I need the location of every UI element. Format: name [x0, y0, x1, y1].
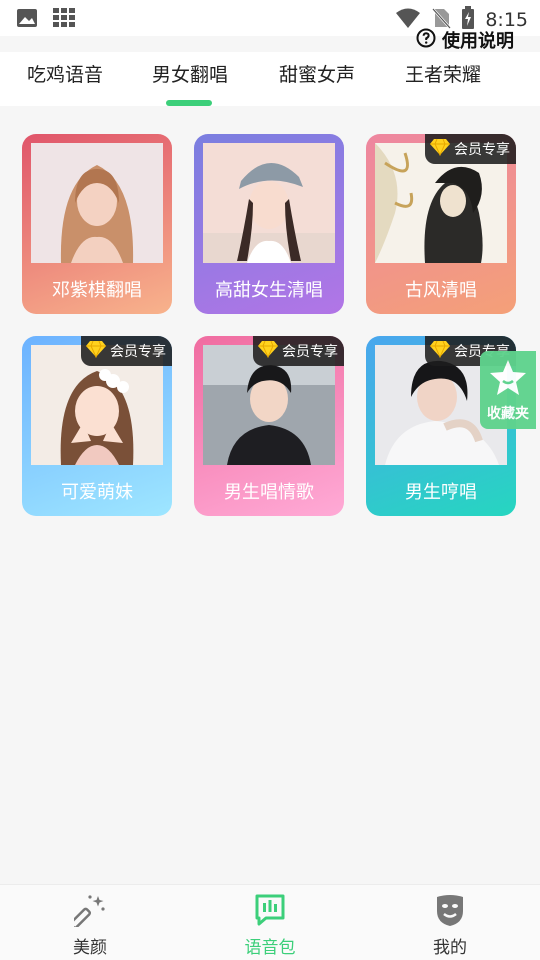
card-label: 邓紫棋翻唱 — [52, 280, 142, 301]
card-thumbnail — [31, 143, 163, 263]
vip-badge: 会员专享 — [81, 336, 172, 366]
vip-badge: 会员专享 — [253, 336, 344, 366]
magic-wand-icon — [69, 893, 106, 930]
card-label: 古风清唱 — [405, 280, 477, 301]
card-thumbnail — [203, 143, 335, 263]
bottom-navigation: 美颜 语音包 我的 — [0, 884, 540, 960]
help-label: 使用说明 — [442, 31, 514, 52]
mask-face-icon — [434, 893, 466, 927]
favorites-button[interactable]: 收藏夹 — [480, 351, 536, 429]
star-icon — [488, 357, 528, 401]
diamond-icon — [257, 340, 279, 362]
help-link[interactable]: 使用说明 — [416, 27, 514, 53]
card-label: 高甜女生清唱 — [215, 280, 323, 301]
nav-beauty[interactable]: 美颜 — [30, 885, 150, 960]
voice-message-icon — [254, 893, 286, 927]
nav-beauty-label: 美颜 — [73, 938, 107, 958]
tab-wangzhe[interactable]: 王者荣耀 — [405, 60, 481, 87]
nav-mine[interactable]: 我的 — [390, 885, 510, 960]
diamond-icon — [85, 340, 107, 362]
nav-voice-pack[interactable]: 语音包 — [210, 885, 330, 960]
active-tab-indicator — [166, 100, 212, 106]
favorites-label: 收藏夹 — [487, 406, 529, 422]
diamond-icon — [429, 138, 451, 160]
question-circle-icon — [416, 28, 436, 52]
voice-card[interactable]: 会员专享 男生唱情歌 — [194, 336, 344, 516]
nav-voice-pack-label: 语音包 — [244, 938, 296, 958]
voice-card[interactable]: 会员专享 古风清唱 — [366, 134, 516, 314]
card-label: 可爱萌妹 — [61, 482, 133, 503]
diamond-icon — [429, 340, 451, 362]
tab-chiji[interactable]: 吃鸡语音 — [27, 60, 103, 87]
tab-tianmi-nvsheng[interactable]: 甜蜜女声 — [279, 60, 355, 87]
vip-label: 会员专享 — [454, 142, 510, 158]
card-label: 男生哼唱 — [405, 482, 477, 503]
voice-card[interactable]: 邓紫棋翻唱 — [22, 134, 172, 314]
vip-label: 会员专享 — [282, 344, 338, 360]
nav-mine-label: 我的 — [433, 938, 467, 958]
grid-apps-icon — [52, 7, 76, 33]
vip-label: 会员专享 — [110, 344, 166, 360]
voice-card[interactable]: 高甜女生清唱 — [194, 134, 344, 314]
voice-card[interactable]: 会员专享 可爱萌妹 — [22, 336, 172, 516]
card-label: 男生唱情歌 — [224, 482, 314, 503]
vip-badge: 会员专享 — [425, 134, 516, 164]
category-tabs: 吃鸡语音 男女翻唱 甜蜜女声 王者荣耀 — [0, 52, 540, 106]
tab-nannv-fanchang[interactable]: 男女翻唱 — [152, 60, 228, 87]
image-icon — [16, 8, 38, 32]
